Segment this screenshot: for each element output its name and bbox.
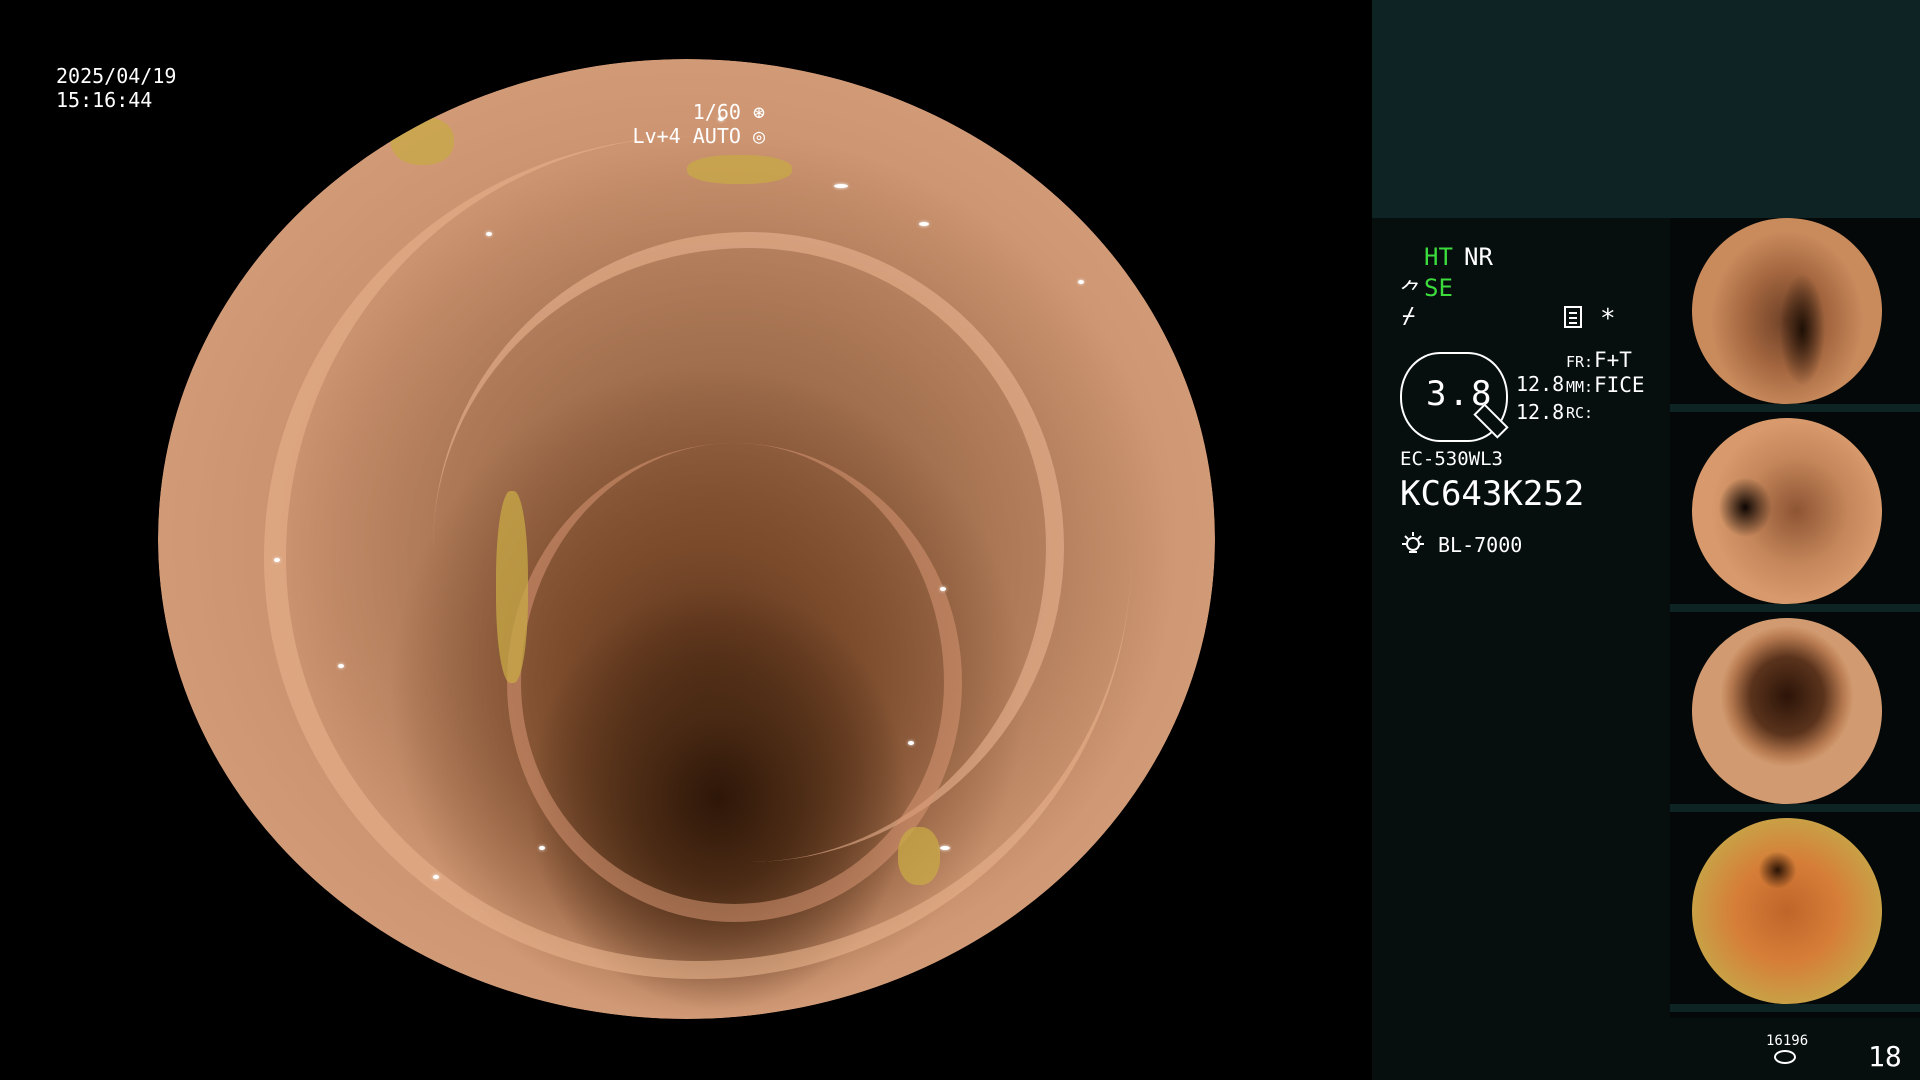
exposure-display: 1/60 ⊛ Lv+4 AUTO ◎ xyxy=(633,100,765,148)
structure-enhance-icon: ⺈ xyxy=(1400,280,1423,305)
residue xyxy=(496,491,528,683)
mm-value: FICE xyxy=(1594,373,1645,397)
mucosal-fold xyxy=(506,443,962,922)
storage-count: 16196 xyxy=(1766,1033,1809,1049)
thumbnail-bar xyxy=(1670,1004,1920,1012)
date-text: 2025/04/19 xyxy=(56,64,177,88)
specular-highlight xyxy=(908,740,915,745)
residue xyxy=(686,155,793,184)
thumbnail-bar xyxy=(1670,604,1920,612)
rc-label: RC: xyxy=(1566,404,1594,422)
captured-image-thumbnail[interactable] xyxy=(1670,818,1920,1018)
light-source-model: BL-7000 xyxy=(1438,533,1523,557)
scope-serial: KC643K252 xyxy=(1400,474,1585,514)
specular-highlight xyxy=(538,846,545,851)
residue xyxy=(897,827,941,885)
shutter-icon: ⊛ xyxy=(752,100,765,124)
fr-value: F+T xyxy=(1594,348,1632,372)
captured-image-thumbnail[interactable] xyxy=(1670,218,1920,418)
mode-nr: NR xyxy=(1464,243,1493,271)
specular-highlight xyxy=(1077,279,1084,284)
time-text: 15:16:44 xyxy=(56,88,153,112)
value-b: 12.8 xyxy=(1516,400,1565,424)
mm-label: MM: xyxy=(1566,378,1594,396)
info-panel: HT NR ⺈ SE ⌿ * 3.8 12.8 12.8 FR: F+T MM:… xyxy=(1372,0,1920,1080)
thumbnail-image xyxy=(1692,818,1882,1004)
captured-image-thumbnail[interactable] xyxy=(1670,418,1920,618)
iris-icon: ◎ xyxy=(752,124,765,148)
captured-image-list xyxy=(1670,218,1920,1018)
specular-highlight xyxy=(834,183,849,188)
thumbnail-image xyxy=(1692,618,1882,804)
value-a: 12.8 xyxy=(1516,372,1565,396)
iris-text: Lv+4 AUTO xyxy=(632,124,741,148)
specular-highlight xyxy=(432,875,439,879)
storage-disk-icon xyxy=(1774,1050,1796,1064)
mode-ht: HT xyxy=(1424,243,1453,271)
captured-image-thumbnail[interactable] xyxy=(1670,618,1920,818)
specular-highlight xyxy=(390,116,397,121)
scope-model: EC-530WL3 xyxy=(1400,448,1503,470)
document-icon xyxy=(1564,306,1582,328)
image-count: 18 xyxy=(1868,1040,1902,1073)
live-endoscope-view: 2025/04/19 15:16:44 1/60 ⊛ Lv+4 AUTO ◎ xyxy=(0,0,1372,1080)
asterisk-icon: * xyxy=(1600,304,1616,334)
mode-se: SE xyxy=(1424,274,1453,302)
color-enhance-icon: ⌿ xyxy=(1402,304,1416,329)
light-source-icon xyxy=(1402,532,1424,553)
thumbnail-image xyxy=(1692,218,1882,404)
fr-label: FR: xyxy=(1566,353,1594,371)
endoscope-image xyxy=(158,59,1215,1019)
specular-highlight xyxy=(337,663,344,668)
datetime-display: 2025/04/19 15:16:44 xyxy=(56,64,176,112)
thumbnail-bar xyxy=(1670,404,1920,412)
thumbnail-image xyxy=(1692,418,1882,604)
shutter-text: 1/60 xyxy=(692,100,741,124)
thumbnail-bar xyxy=(1670,804,1920,812)
residue xyxy=(390,116,454,165)
panel-header-area xyxy=(1372,0,1920,218)
specular-highlight xyxy=(485,231,492,236)
